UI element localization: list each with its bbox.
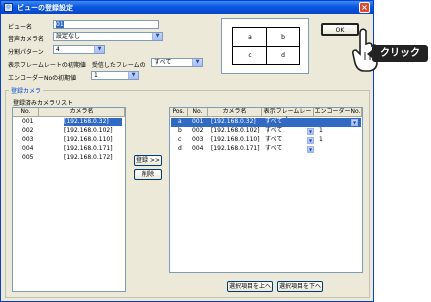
title-bar: ◎ ビューの登録設定 × — [1, 1, 373, 14]
split-pattern-label: 分割パターン — [8, 49, 44, 56]
cell-camera-name: [192.168.0.110] — [211, 136, 260, 143]
table-row[interactable]: c 003 [192.168.0.110] すべて ▼ 1 — [171, 136, 361, 145]
frame-rate-select[interactable]: すべて ▼ — [151, 58, 203, 67]
cell-camera-name: [192.168.0.32] — [211, 118, 256, 125]
cell-encoder[interactable]: 1 — [319, 127, 323, 135]
chevron-down-icon[interactable]: ▼ — [307, 146, 314, 153]
cell-camera-name: [192.168.0.171] — [211, 145, 260, 152]
cell-encoder[interactable]: 1 — [319, 136, 323, 144]
table-row[interactable]: 003 [192.168.0.110] — [14, 136, 124, 145]
col-header-no[interactable]: No. — [188, 108, 208, 117]
click-callout: クリック — [372, 45, 428, 62]
cell-camera-name: [192.168.0.110] — [64, 136, 113, 143]
table-row[interactable]: 005 [192.168.0.172] — [14, 154, 124, 163]
app-icon: ◎ — [4, 3, 13, 12]
close-icon[interactable]: × — [359, 2, 370, 13]
chevron-down-icon[interactable]: ▼ — [128, 72, 138, 79]
col-header-encoder-no[interactable]: エンコーダーNo. — [314, 108, 362, 117]
cell-camera-name: [192.168.0.171] — [64, 145, 113, 152]
frame-rate-value: すべて — [154, 59, 172, 66]
cell-frame-rate[interactable]: すべて — [265, 127, 282, 135]
split-pattern-select[interactable]: 4 ▼ — [53, 45, 105, 54]
table-row[interactable]: d 004 [192.168.0.171] すべて ▼ — [171, 145, 361, 154]
chevron-down-icon[interactable]: ▼ — [152, 33, 162, 40]
table-row[interactable]: a 001 [192.168.0.32] すべて ▼ — [171, 118, 361, 127]
cell-no: 004 — [192, 145, 204, 152]
table-row[interactable]: 001 [192.168.0.32] — [14, 118, 124, 127]
dialog-window: ◎ ビューの登録設定 × ビュー名 01 音声カメラ名 設定なし ▼ 分割パター… — [0, 0, 374, 302]
preview-grid: a b c d — [232, 27, 300, 65]
col-header-pos[interactable]: Pos. — [170, 108, 188, 117]
cell-frame-rate[interactable]: すべて — [265, 145, 282, 153]
table-row[interactable]: b 002 [192.168.0.102] すべて ▼ 1 — [171, 127, 361, 136]
col-header-no[interactable]: No. — [13, 108, 39, 117]
cell-no: 002 — [192, 127, 204, 134]
delete-button[interactable]: 削除 — [134, 169, 162, 180]
cell-no: 005 — [22, 154, 34, 161]
encoder-label: エンコーダーNoの初期値 — [8, 75, 77, 82]
chevron-down-icon[interactable]: ▼ — [351, 119, 358, 126]
table-row[interactable]: 002 [192.168.0.102] — [14, 127, 124, 136]
preview-cell-a[interactable]: a — [233, 28, 267, 47]
view-name-input[interactable]: 01 — [53, 20, 159, 29]
frame-rate-label: 表示フレームレートの初期値 受信したフレームの — [8, 62, 146, 69]
preview-cell-b[interactable]: b — [266, 28, 300, 47]
cell-no: 001 — [22, 118, 34, 125]
registered-camera-list[interactable]: No. カメラ名 001 [192.168.0.32] 002 [192.168… — [12, 107, 126, 292]
audio-camera-select[interactable]: 設定なし ▼ — [53, 32, 163, 41]
col-header-camera-name[interactable]: カメラ名 — [39, 108, 125, 117]
assigned-camera-list[interactable]: Pos. No. カメラ名 表示フレームレート エンコーダーNo. a 001 … — [169, 107, 363, 273]
chevron-down-icon[interactable]: ▼ — [307, 128, 314, 135]
cell-frame-rate[interactable]: すべて — [265, 136, 282, 144]
preview-cell-c[interactable]: c — [233, 46, 267, 65]
group-title: 登録カメラ — [9, 86, 44, 95]
preview-cell-d[interactable]: d — [266, 46, 300, 65]
move-down-button[interactable]: 選択項目を下へ — [277, 281, 323, 292]
cell-no: 001 — [192, 118, 204, 125]
cell-no: 003 — [192, 136, 204, 143]
cell-no: 002 — [22, 127, 34, 134]
register-button[interactable]: 登録 >> — [134, 155, 162, 166]
callout-pointer — [367, 50, 372, 58]
cell-no: 003 — [22, 136, 34, 143]
col-header-camera-name[interactable]: カメラ名 — [208, 108, 262, 117]
encoder-value: 1 — [94, 72, 98, 79]
cell-camera-name: [192.168.0.102] — [64, 127, 113, 134]
encoder-select[interactable]: 1 ▼ — [91, 71, 139, 80]
chevron-down-icon[interactable]: ▼ — [94, 46, 104, 53]
move-up-button[interactable]: 選択項目を上へ — [227, 281, 273, 292]
cell-pos: a — [178, 118, 182, 125]
audio-camera-label: 音声カメラ名 — [8, 36, 45, 43]
cell-pos: d — [178, 145, 182, 152]
chevron-down-icon[interactable]: ▼ — [192, 59, 202, 66]
chevron-down-icon[interactable]: ▼ — [307, 137, 314, 144]
cell-pos: b — [178, 127, 182, 134]
window-title: ビューの登録設定 — [17, 4, 73, 12]
split-pattern-value: 4 — [56, 46, 60, 53]
registered-list-label: 登録済みカメラリスト — [13, 100, 74, 107]
cell-frame-rate[interactable]: すべて — [265, 118, 282, 126]
cell-camera-name: [192.168.0.32] — [64, 118, 109, 125]
table-row[interactable]: 004 [192.168.0.171] — [14, 145, 124, 154]
view-name-value: 01 — [56, 21, 64, 28]
split-preview: a b c d — [221, 18, 309, 74]
cell-pos: c — [178, 136, 182, 143]
cell-camera-name: [192.168.0.172] — [64, 154, 113, 161]
audio-camera-value: 設定なし — [56, 33, 81, 40]
cell-no: 004 — [22, 145, 34, 152]
cell-camera-name: [192.168.0.102] — [211, 127, 260, 134]
view-name-label: ビュー名 — [8, 24, 33, 31]
col-header-frame-rate[interactable]: 表示フレームレート — [262, 108, 314, 123]
